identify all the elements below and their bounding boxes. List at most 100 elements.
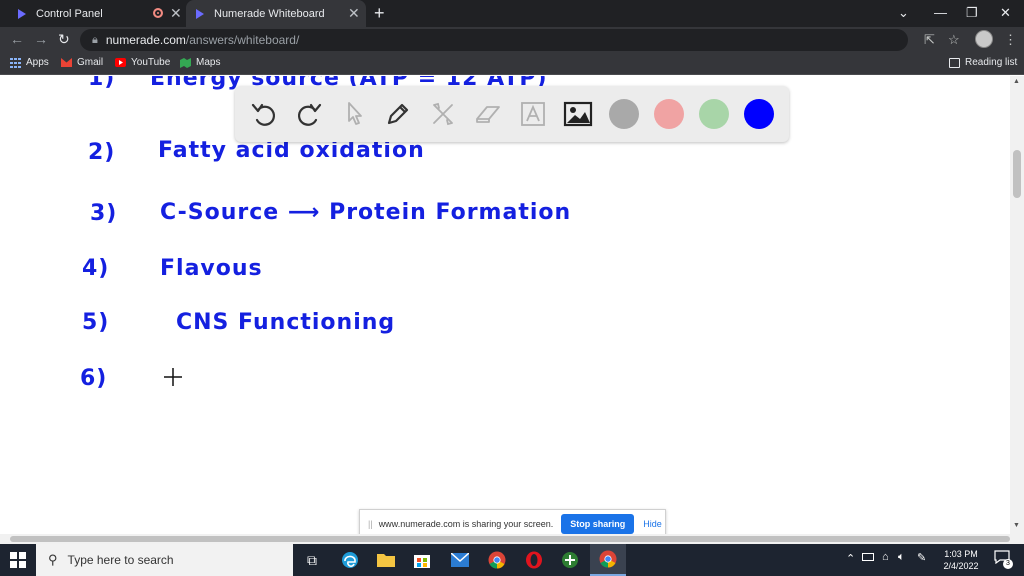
crosshair-cursor-icon <box>164 368 182 386</box>
tab-search-icon[interactable]: ⌄ <box>898 5 909 21</box>
tab-strip: Control Panel ✕ Numerade Whiteboard ✕ + … <box>0 0 1024 27</box>
horizontal-scrollbar[interactable] <box>0 534 1024 544</box>
redo-icon[interactable] <box>293 98 325 130</box>
bookmark-label: Apps <box>26 57 49 68</box>
app-icon[interactable] <box>560 550 580 570</box>
share-icon[interactable]: ⇱ <box>924 32 935 48</box>
vertical-scrollbar[interactable]: ▲ ▼ <box>1010 76 1024 534</box>
horizontal-scroll-thumb[interactable] <box>10 536 1010 542</box>
bookmark-label: Gmail <box>77 57 104 68</box>
pointer-icon[interactable] <box>338 98 370 130</box>
bookmark-label: Maps <box>196 57 221 68</box>
tools-icon[interactable] <box>427 98 459 130</box>
restore-icon[interactable]: ❐ <box>966 5 978 21</box>
store-icon[interactable] <box>412 550 432 570</box>
start-button[interactable] <box>0 544 36 576</box>
gmail-icon <box>61 57 72 68</box>
network-icon[interactable]: ⌂ <box>882 551 889 563</box>
color-blue-swatch[interactable] <box>744 99 774 129</box>
youtube-icon <box>115 57 126 68</box>
back-icon[interactable]: ← <box>10 31 24 47</box>
notification-button[interactable]: 3 <box>994 550 1013 569</box>
whiteboard-canvas[interactable]: 1) Energy source (ATP = 12 ATP) 2) Fatty… <box>0 76 1010 534</box>
close-tab-icon[interactable]: ✕ <box>170 5 182 22</box>
text-icon[interactable] <box>517 98 549 130</box>
tab-numerade-whiteboard[interactable]: Numerade Whiteboard ✕ <box>186 0 366 27</box>
bookmark-star-icon[interactable]: ☆ <box>948 32 960 48</box>
notification-count-badge: 3 <box>1003 559 1013 569</box>
forward-icon[interactable]: → <box>34 31 48 47</box>
tab-title: Control Panel <box>36 7 103 20</box>
tab-control-panel[interactable]: Control Panel ✕ <box>6 0 188 27</box>
line-4-number: 4) <box>82 256 110 281</box>
pen-menu-icon[interactable]: ✎ <box>917 551 926 564</box>
reload-icon[interactable]: ↻ <box>58 31 70 48</box>
windows-taskbar: ⚲ Type here to search ⧉ ⌃ ⌂ 🔈︎ ✎ 1:03 PM… <box>0 544 1024 576</box>
pen-icon[interactable] <box>382 98 414 130</box>
close-window-icon[interactable]: ✕ <box>1000 5 1011 21</box>
taskbar-search-box[interactable]: ⚲ Type here to search <box>36 544 293 576</box>
menu-icon[interactable]: ⋮ <box>1004 32 1017 48</box>
lock-icon: 🔒︎ <box>92 33 98 46</box>
scroll-up-icon[interactable]: ▲ <box>1013 78 1020 85</box>
windows-logo-icon <box>10 552 26 568</box>
close-tab-icon[interactable]: ✕ <box>348 5 360 22</box>
drag-handle-icon[interactable]: || <box>368 519 373 529</box>
bookmark-gmail[interactable]: Gmail <box>61 57 103 68</box>
file-explorer-icon[interactable] <box>376 550 396 570</box>
numerade-icon <box>194 8 206 20</box>
show-hidden-icons-icon[interactable]: ⌃ <box>846 552 855 565</box>
new-tab-button[interactable]: + <box>374 3 385 24</box>
chrome-icon <box>599 550 617 568</box>
line-3-number: 3) <box>90 201 118 226</box>
tab-title: Numerade Whiteboard <box>214 7 325 20</box>
whiteboard-toolbar <box>235 86 789 142</box>
minimize-icon[interactable]: — <box>934 5 947 20</box>
line-3-text: C-Source ⟶ Protein Formation <box>160 200 572 225</box>
url-path: /answers/whiteboard/ <box>185 33 300 47</box>
mail-icon[interactable] <box>450 550 470 570</box>
bookmark-apps[interactable]: Apps <box>10 57 49 68</box>
chrome-icon[interactable] <box>487 550 507 570</box>
scroll-down-icon[interactable]: ▼ <box>1013 522 1020 529</box>
stop-sharing-button[interactable]: Stop sharing <box>561 513 635 534</box>
eraser-icon[interactable] <box>472 98 504 130</box>
undo-icon[interactable] <box>248 98 280 130</box>
reading-list-label: Reading list <box>965 57 1018 68</box>
line-5-text: CNS Functioning <box>176 310 396 335</box>
battery-icon[interactable] <box>862 553 874 561</box>
browser-toolbar: ← → ↻ 🔒︎ numerade.com/answers/whiteboard… <box>0 27 1024 53</box>
numerade-icon <box>16 8 28 20</box>
bookmarks-bar: Apps Gmail YouTube Maps Reading list <box>0 53 1024 75</box>
search-icon: ⚲ <box>48 552 58 567</box>
bookmark-label: YouTube <box>131 57 171 68</box>
task-view-icon[interactable]: ⧉ <box>302 550 322 570</box>
active-chrome-button[interactable] <box>590 544 626 576</box>
reading-list-icon <box>949 57 960 68</box>
url-host: numerade.com <box>105 33 186 47</box>
apps-grid-icon <box>10 57 21 68</box>
line-5-number: 5) <box>82 310 110 335</box>
line-6-number: 6) <box>80 366 108 391</box>
avatar[interactable] <box>975 30 993 48</box>
search-placeholder: Type here to search <box>67 553 174 567</box>
reading-list-button[interactable]: Reading list <box>949 57 1017 68</box>
line-4-text: Flavous <box>160 256 263 281</box>
scroll-thumb[interactable] <box>1013 150 1021 198</box>
bookmark-maps[interactable]: Maps <box>180 57 220 68</box>
color-green-swatch[interactable] <box>699 99 729 129</box>
bookmark-youtube[interactable]: YouTube <box>115 57 170 68</box>
clock-time: 1:03 PM <box>944 549 978 559</box>
hide-share-bar-link[interactable]: Hide <box>643 519 662 529</box>
color-pink-swatch[interactable] <box>654 99 684 129</box>
volume-icon[interactable]: 🔈︎ <box>898 551 905 564</box>
edge-icon[interactable] <box>340 550 360 570</box>
maps-icon <box>180 57 191 68</box>
opera-icon[interactable] <box>524 550 544 570</box>
color-gray-swatch[interactable] <box>609 99 639 129</box>
line-1-number: 1) <box>88 76 116 91</box>
image-icon[interactable] <box>562 98 594 130</box>
taskbar-clock[interactable]: 1:03 PM 2/4/2022 <box>928 548 994 572</box>
share-message: www.numerade.com is sharing your screen. <box>378 518 554 529</box>
address-bar[interactable]: 🔒︎ numerade.com/answers/whiteboard/ <box>80 29 908 51</box>
